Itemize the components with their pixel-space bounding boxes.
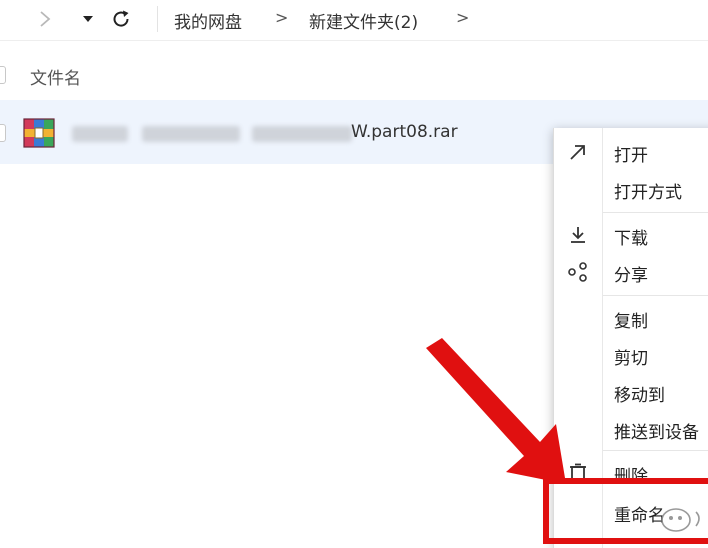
menu-item-push-to-device[interactable]: 推送到设备 <box>554 411 708 447</box>
column-header-filename[interactable]: 文件名 <box>30 64 81 89</box>
menu-divider <box>603 212 708 213</box>
file-list-header: 文件名 <box>0 50 708 98</box>
breadcrumb-separator: > <box>275 8 289 27</box>
menu-item-open[interactable]: 打开 <box>554 134 708 170</box>
redacted-text <box>142 126 240 142</box>
navigation-bar: 我的网盘 > 新建文件夹(2) > <box>0 0 708 41</box>
menu-item-move-to[interactable]: 移动到 <box>554 374 708 410</box>
select-all-checkbox[interactable] <box>0 66 6 84</box>
redacted-text <box>252 126 352 142</box>
red-arrow-icon <box>426 338 566 484</box>
refresh-icon <box>113 10 129 27</box>
menu-item-share[interactable]: 分享 <box>554 254 708 290</box>
menu-item-open-with[interactable]: 打开方式 <box>554 171 708 207</box>
menu-divider <box>603 450 708 451</box>
forward-button[interactable] <box>34 6 56 32</box>
menu-item-download[interactable]: 下载 <box>554 217 708 253</box>
chevron-right-icon <box>40 11 51 27</box>
share-icon <box>564 258 592 286</box>
watermark-logo-icon <box>661 508 700 532</box>
row-checkbox[interactable] <box>0 124 6 142</box>
menu-item-cut[interactable]: 剪切 <box>554 337 708 373</box>
caret-down-icon <box>83 16 93 22</box>
breadcrumb-separator[interactable]: > <box>456 8 469 27</box>
open-arrow-icon <box>564 138 592 166</box>
breadcrumb-new-folder[interactable]: 新建文件夹(2) <box>309 8 418 33</box>
redacted-text <box>72 126 128 142</box>
menu-divider <box>603 295 708 296</box>
breadcrumb-my-drive[interactable]: 我的网盘 <box>174 8 242 33</box>
download-icon <box>564 221 592 249</box>
file-name: W.part08.rar <box>351 122 458 142</box>
menu-item-copy[interactable]: 复制 <box>554 300 708 336</box>
history-dropdown-button[interactable] <box>78 6 98 32</box>
winrar-archive-icon <box>23 118 55 148</box>
toolbar-divider <box>157 6 158 32</box>
refresh-button[interactable] <box>108 6 134 32</box>
